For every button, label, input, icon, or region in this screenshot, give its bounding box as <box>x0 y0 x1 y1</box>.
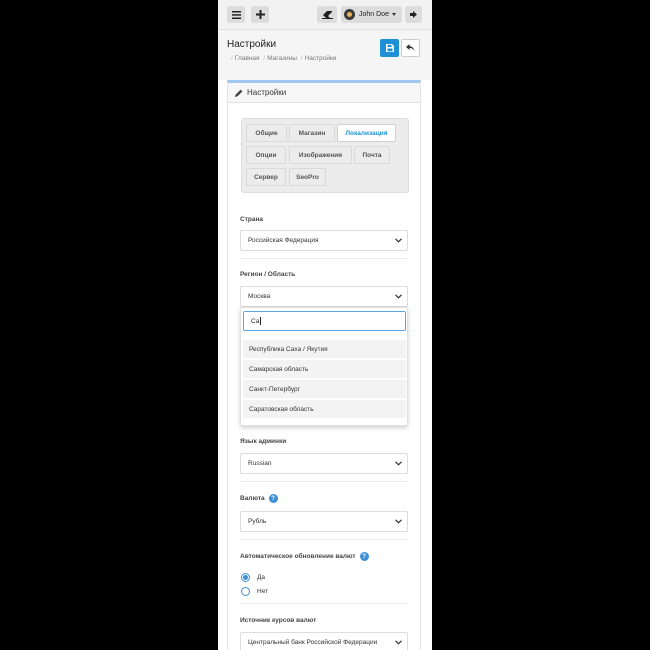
text-cursor <box>259 317 261 325</box>
breadcrumb-home[interactable]: Главная <box>235 55 260 62</box>
auto-update-label: Автоматическое обновление валют ? <box>240 552 369 561</box>
tab-images[interactable]: Изображения <box>289 146 352 164</box>
admin-language-value: Russian <box>248 460 272 467</box>
tab-server[interactable]: Сервер <box>246 168 286 186</box>
tab-mail[interactable]: Почта <box>354 146 390 164</box>
currency-value: Рубль <box>248 518 267 525</box>
tab-seopro[interactable]: SeoPro <box>289 168 326 186</box>
rates-source-select[interactable]: Центральный банк Российской Федерации <box>240 632 408 650</box>
currency-label: Валюта ? <box>240 494 278 503</box>
panel-title: Настройки <box>247 88 287 97</box>
menu-toggle-button[interactable] <box>227 6 245 23</box>
clear-cache-button[interactable] <box>317 6 337 23</box>
tab-store[interactable]: Магазин <box>289 124 335 142</box>
breadcrumb: / Главная / Магазины / Настройки <box>231 55 337 62</box>
help-icon[interactable]: ? <box>268 494 278 503</box>
chevron-down-icon <box>395 640 402 645</box>
region-option[interactable]: Республика Саха / Якутия <box>243 340 406 358</box>
app-viewport: John Doe Настройки / Главная / Магазины / Н… <box>218 0 432 650</box>
plus-icon <box>255 10 265 19</box>
country-select[interactable]: Российская Федерация <box>240 230 408 251</box>
user-name: John Doe <box>359 11 389 18</box>
country-value: Российская Федерация <box>248 237 319 244</box>
menu-icon <box>231 10 241 19</box>
user-menu-button[interactable]: John Doe <box>341 6 402 23</box>
region-label: Регион / Область <box>240 271 296 278</box>
breadcrumb-settings[interactable]: Настройки <box>305 55 337 62</box>
currency-select[interactable]: Рубль <box>240 511 408 532</box>
back-button[interactable] <box>401 39 420 57</box>
page-header: Настройки / Главная / Магазины / Настройки <box>218 30 432 80</box>
tab-localization[interactable]: Локализация <box>337 124 396 142</box>
save-icon <box>385 44 394 52</box>
save-button[interactable] <box>380 39 399 57</box>
settings-panel: Настройки Общие Магазин Локализация Опци… <box>227 80 421 650</box>
chevron-down-icon <box>395 294 402 299</box>
add-button[interactable] <box>251 6 269 23</box>
admin-language-label: Язык админки <box>240 438 287 445</box>
auto-update-yes-radio[interactable]: Да <box>241 573 265 582</box>
region-search-value: Са <box>251 317 260 325</box>
radio-checked-icon <box>241 573 250 582</box>
auto-update-no-radio[interactable]: Нет <box>241 587 268 596</box>
region-option[interactable]: Санкт-Петербург <box>243 380 406 398</box>
page-title: Настройки <box>227 39 277 50</box>
pencil-icon <box>235 89 243 97</box>
panel-heading: Настройки <box>228 83 420 103</box>
chevron-down-icon <box>395 238 402 243</box>
region-search-input[interactable]: Са <box>243 311 406 331</box>
region-option[interactable]: Саратовская область <box>243 400 406 418</box>
country-label: Страна <box>240 216 264 223</box>
tabs-container: Общие Магазин Локализация Опции Изображе… <box>241 118 409 193</box>
region-value: Москва <box>248 293 271 300</box>
caret-down-icon <box>391 13 396 16</box>
radio-unchecked-icon <box>241 587 250 596</box>
top-bar: John Doe <box>218 0 432 30</box>
rates-source-label: Источник курсов валют <box>240 617 317 624</box>
breadcrumb-stores[interactable]: Магазины <box>267 55 297 62</box>
tab-options[interactable]: Опции <box>246 146 286 164</box>
logout-icon <box>409 11 417 18</box>
admin-language-select[interactable]: Russian <box>240 453 408 474</box>
chevron-down-icon <box>395 519 402 524</box>
logout-button[interactable] <box>405 6 422 23</box>
rates-source-value: Центральный банк Российской Федерации <box>248 639 378 646</box>
help-icon[interactable]: ? <box>359 552 369 561</box>
tab-general[interactable]: Общие <box>246 124 287 142</box>
avatar-icon <box>344 9 355 20</box>
region-select[interactable]: Москва <box>240 286 408 307</box>
region-dropdown: Са Республика Саха / Якутия Самарская об… <box>240 307 408 426</box>
eraser-icon <box>321 10 333 19</box>
reply-icon <box>406 44 415 52</box>
chevron-down-icon <box>395 461 402 466</box>
region-option[interactable]: Самарская область <box>243 360 406 378</box>
